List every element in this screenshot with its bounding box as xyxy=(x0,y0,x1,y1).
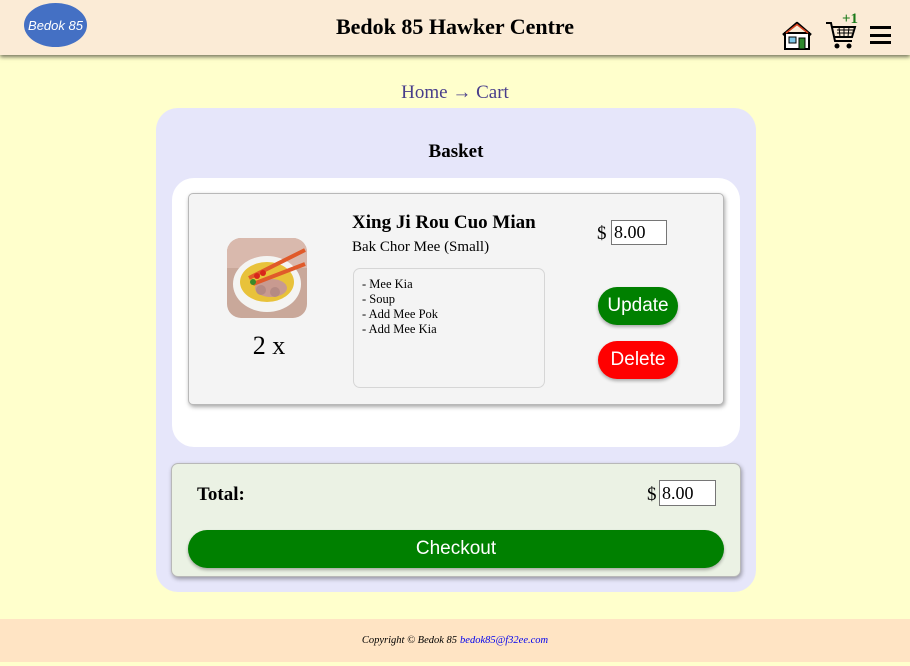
item-price-field[interactable] xyxy=(611,220,667,245)
dish-photo xyxy=(227,238,307,318)
addon-item: - Add Mee Kia xyxy=(362,322,437,336)
breadcrumb-home-link[interactable]: Home xyxy=(401,82,447,103)
total-label: Total: xyxy=(197,484,245,505)
copyright-text: Copyright © Bedok 85 xyxy=(361,635,458,646)
total-currency-symbol: $ xyxy=(647,484,657,505)
update-button[interactable]: Update xyxy=(598,287,678,325)
cart-count-badge: +1 xyxy=(842,11,859,27)
home-icon[interactable] xyxy=(782,21,812,51)
cart-item: 2 x Xing Ji Rou Cuo Mian Bak Chor Mee (S… xyxy=(188,193,724,405)
footer: Copyright © Bedok 85 bedok85@f32ee.com xyxy=(0,619,910,662)
basket-panel: 2 x Xing Ji Rou Cuo Mian Bak Chor Mee (S… xyxy=(172,178,740,447)
delete-button[interactable]: Delete xyxy=(598,341,678,379)
contact-email-link[interactable]: bedok85@f32ee.com xyxy=(460,635,548,646)
addon-item: - Mee Kia xyxy=(362,277,413,291)
total-panel: Total: $ Checkout xyxy=(171,463,741,577)
basket-title: Basket xyxy=(428,141,484,162)
addon-item: - Add Mee Pok xyxy=(362,307,439,321)
cart-card: Basket 2 x Xing Ji Rou Cuo Mian Bak Chor… xyxy=(156,108,756,592)
breadcrumb-current: Cart xyxy=(476,82,509,103)
menu-icon[interactable] xyxy=(870,26,891,44)
dish-name: Bak Chor Mee (Small) xyxy=(352,239,490,255)
header: Bedok 85 Bedok 85 Hawker Centre +1 xyxy=(0,0,910,55)
addon-item: - Soup xyxy=(362,292,395,306)
breadcrumb-separator: → xyxy=(452,82,472,103)
stall-name: Xing Ji Rou Cuo Mian xyxy=(352,212,536,233)
item-quantity: 2 x xyxy=(252,331,286,360)
currency-symbol: $ xyxy=(597,223,607,244)
checkout-button[interactable]: Checkout xyxy=(188,530,724,568)
addons-list: - Mee Kia - Soup - Add Mee Pok - Add Mee… xyxy=(353,268,545,388)
breadcrumb: Home → Cart xyxy=(0,82,910,104)
total-field[interactable] xyxy=(659,480,716,506)
page-title: Bedok 85 Hawker Centre xyxy=(335,14,575,39)
